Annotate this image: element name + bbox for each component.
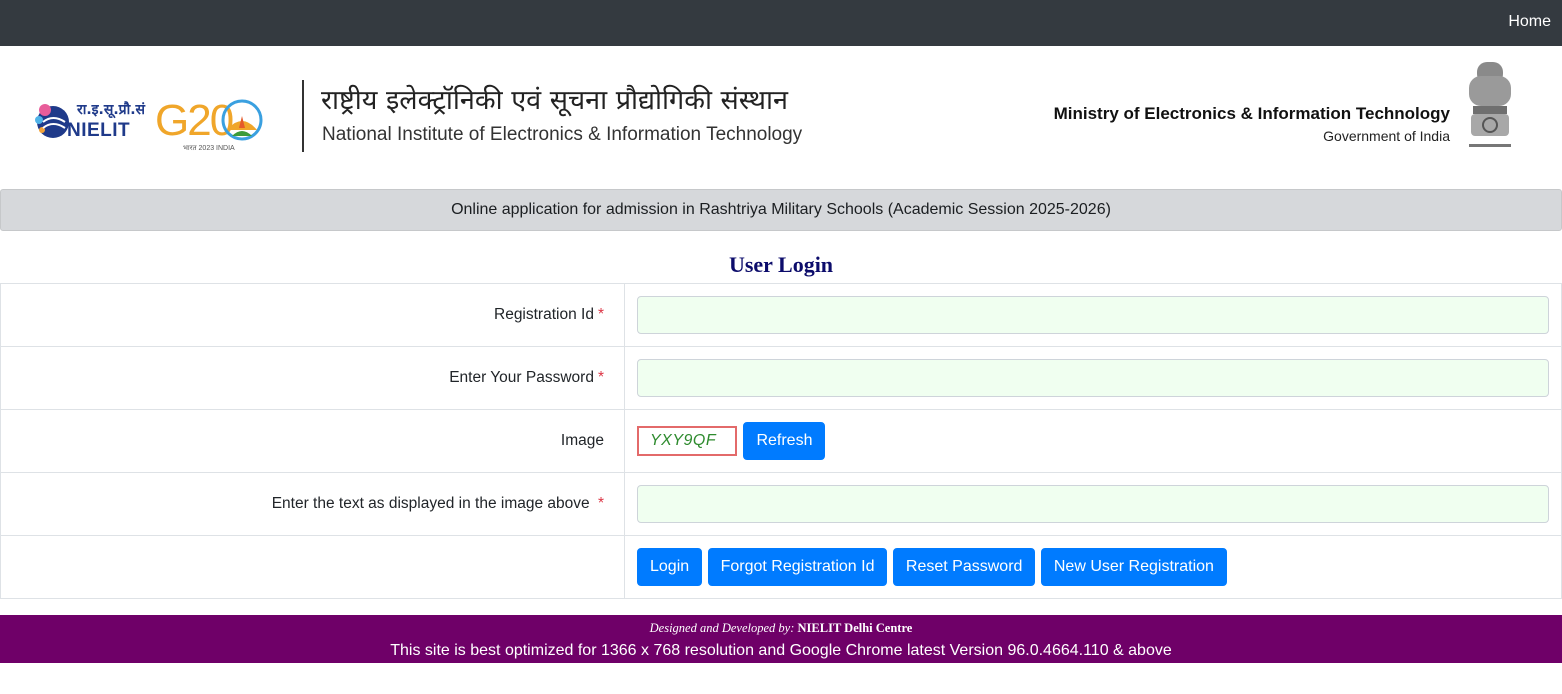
government-of-india: Government of India — [1323, 128, 1450, 144]
nielit-english-abbr: NIELIT — [67, 120, 131, 141]
image-label-cell: Image — [0, 409, 625, 473]
g20-lotus-icon — [221, 99, 263, 141]
captcha-input-label-cell: Enter the text as displayed in the image… — [0, 472, 625, 536]
registration-row: Registration Id * — [0, 283, 1562, 347]
captcha-input-label: Enter the text as displayed in the image… — [271, 495, 590, 512]
reset-password-button[interactable]: Reset Password — [892, 548, 1036, 586]
g20-subtitle: भारत 2023 INDIA — [183, 145, 235, 152]
login-form: Registration Id * Enter Your Password * Im… — [0, 283, 1562, 599]
credit-name: NIELIT Delhi Centre — [797, 621, 913, 635]
captcha-input[interactable] — [637, 485, 1549, 523]
captcha-image: YXY9QF — [637, 426, 737, 456]
g20-logo: G20 भारत 2023 INDIA — [155, 94, 267, 156]
password-row: Enter Your Password * — [0, 346, 1562, 410]
registration-field-cell — [624, 283, 1562, 347]
footer-credit: Designed and Developed by: NIELIT Delhi … — [0, 621, 1562, 636]
registration-label-cell: Registration Id * — [0, 283, 625, 347]
actions-cell: Login Forgot Registration Id Reset Passw… — [624, 535, 1562, 599]
password-input[interactable] — [637, 359, 1549, 397]
credit-prefix: Designed and Developed by: — [649, 621, 795, 635]
browser-optimization-note: This site is best optimized for 1366 x 7… — [390, 642, 1172, 659]
password-label: Enter Your Password — [449, 369, 594, 386]
captcha-cell: YXY9QF Refresh — [624, 409, 1562, 473]
actions-row: Login Forgot Registration Id Reset Passw… — [0, 535, 1562, 599]
registration-id-input[interactable] — [637, 296, 1549, 334]
nielit-logo: रा.इ.सू.प्रौ.सं NIELIT — [33, 96, 151, 148]
password-field-cell — [624, 346, 1562, 410]
admission-banner: Online application for admission in Rash… — [0, 189, 1562, 231]
ministry-name: Ministry of Electronics & Information Te… — [1053, 104, 1450, 123]
image-label: Image — [560, 432, 604, 449]
national-emblem-icon — [1469, 62, 1511, 147]
captcha-image-row: Image YXY9QF Refresh — [0, 409, 1562, 473]
required-mark: * — [597, 495, 604, 512]
nielit-hindi-abbr: रा.इ.सू.प्रौ.सं — [77, 102, 146, 118]
site-footer: Designed and Developed by: NIELIT Delhi … — [0, 615, 1562, 663]
institute-name-hindi: राष्ट्रीय इलेक्ट्रॉनिकी एवं सूचना प्रौद्… — [321, 85, 789, 116]
top-navbar: Home — [0, 0, 1562, 46]
institute-name-english: National Institute of Electronics & Info… — [322, 124, 803, 145]
new-user-registration-button[interactable]: New User Registration — [1040, 548, 1227, 586]
captcha-input-cell — [624, 472, 1562, 536]
actions-empty-cell — [0, 535, 625, 599]
forgot-registration-button[interactable]: Forgot Registration Id — [707, 548, 888, 586]
login-title: User Login — [728, 252, 834, 277]
login-button[interactable]: Login — [637, 548, 703, 586]
refresh-captcha-button[interactable]: Refresh — [743, 422, 826, 460]
captcha-input-row: Enter the text as displayed in the image… — [0, 472, 1562, 536]
password-label-cell: Enter Your Password * — [0, 346, 625, 410]
required-mark: * — [597, 369, 604, 386]
registration-label: Registration Id — [494, 306, 594, 323]
header-divider — [302, 80, 304, 152]
site-header: रा.इ.सू.प्रौ.सं NIELIT G20 भारत 2023 IND… — [0, 46, 1562, 189]
required-mark: * — [597, 306, 604, 323]
home-link[interactable]: Home — [1508, 13, 1551, 31]
